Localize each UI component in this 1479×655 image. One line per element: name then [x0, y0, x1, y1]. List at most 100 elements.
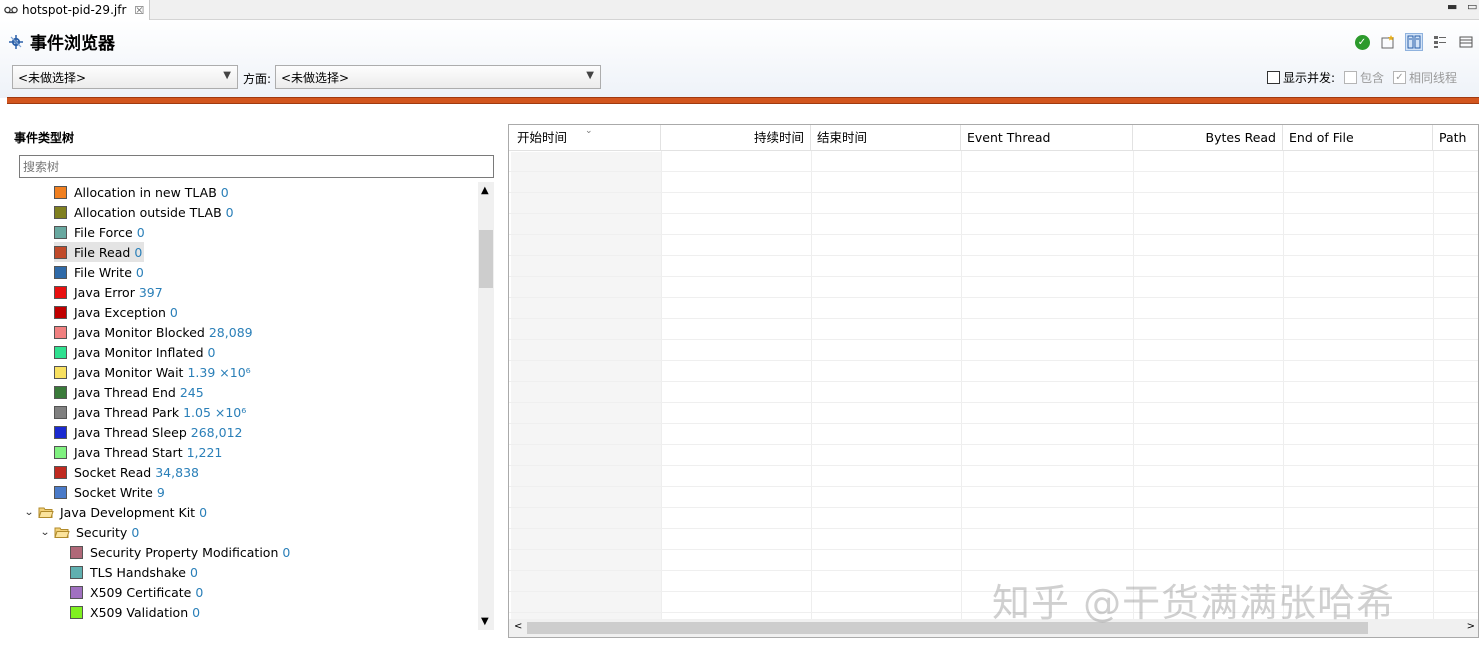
table-row[interactable]	[509, 340, 1479, 361]
scrollbar-thumb[interactable]	[479, 230, 493, 288]
tree-item-count: 0	[190, 565, 198, 580]
table-row[interactable]	[509, 235, 1479, 256]
show-concurrent-checkbox[interactable]: 显示并发:	[1267, 69, 1335, 86]
tree-item-count: 0	[221, 185, 229, 200]
table-row[interactable]	[509, 277, 1479, 298]
column-bytes-read[interactable]: Bytes Read	[1133, 125, 1283, 151]
scroll-up-icon[interactable]: ▲	[481, 185, 489, 196]
tree-item-count: 397	[139, 285, 163, 300]
table-row[interactable]	[509, 172, 1479, 193]
tree-item[interactable]: X509 Certificate0	[70, 582, 203, 602]
tree-item-label: Java Thread Start	[74, 445, 183, 460]
aspect-select-value: <未做选择>	[281, 69, 349, 86]
tree-item[interactable]: File Write0	[54, 262, 144, 282]
contain-checkbox[interactable]: 包含	[1344, 69, 1384, 86]
tree-item[interactable]: Java Thread Park1.05 ×10⁶	[54, 402, 246, 422]
tree-folder[interactable]: ⌄Java Development Kit0	[22, 502, 207, 522]
column-start-time[interactable]: 开始时间 ⌄	[511, 125, 661, 151]
table-row[interactable]	[509, 550, 1479, 571]
color-swatch-icon	[54, 426, 67, 439]
maximize-icon[interactable]: ▭	[1467, 0, 1477, 13]
tree-item-label: Java Error	[74, 285, 135, 300]
tree-scrollbar[interactable]: ▲ ▼	[478, 182, 494, 630]
tree-item[interactable]: File Force0	[54, 222, 145, 242]
same-thread-checkbox[interactable]: ✓ 相同线程	[1393, 69, 1457, 86]
table-row[interactable]	[509, 319, 1479, 340]
tree-item-label: File Force	[74, 225, 133, 240]
minimize-icon[interactable]: ▬	[1447, 0, 1457, 13]
tree-folder-label: Security	[76, 525, 127, 540]
table-row[interactable]	[509, 487, 1479, 508]
tree-item-label: Socket Write	[74, 485, 153, 500]
column-path[interactable]: Path	[1433, 125, 1479, 151]
checkbox-box	[1344, 71, 1357, 84]
tree-item[interactable]: Security Property Modification0	[70, 542, 290, 562]
column-end-time[interactable]: 结束时间	[811, 125, 961, 151]
tree-item[interactable]: TLS Handshake 0	[70, 562, 198, 582]
color-swatch-icon	[54, 466, 67, 479]
color-swatch-icon	[54, 366, 67, 379]
table-row[interactable]	[509, 403, 1479, 424]
tree-item-count: 0	[134, 245, 142, 260]
layout-list-icon[interactable]	[1431, 33, 1449, 51]
tree-item-label: Java Exception	[74, 305, 166, 320]
table-row[interactable]	[509, 424, 1479, 445]
tree-item[interactable]: Java Monitor Wait1.39 ×10⁶	[54, 362, 251, 382]
table-row[interactable]	[509, 508, 1479, 529]
chevron-down-icon[interactable]: ⌄	[37, 527, 54, 538]
aspect-select[interactable]: <未做选择> ▼	[275, 65, 601, 89]
tree-item[interactable]: Allocation outside TLAB0	[54, 202, 234, 222]
chevron-down-icon[interactable]: ⌄	[21, 507, 38, 518]
scroll-left-icon[interactable]: <	[514, 621, 522, 632]
tree-item-label: Java Thread End	[74, 385, 176, 400]
ok-check-icon[interactable]: ✓	[1353, 33, 1371, 51]
editor-tab-bar: hotspot-pid-29.jfr ☒ ▬ ▭	[0, 0, 1479, 20]
recording-icon	[4, 5, 18, 15]
table-row[interactable]	[509, 151, 1479, 172]
tree-item-label: TLS Handshake	[90, 565, 186, 580]
close-icon[interactable]: ☒	[134, 4, 144, 17]
scroll-right-icon[interactable]: >	[1467, 621, 1475, 632]
table-row[interactable]	[509, 466, 1479, 487]
column-event-thread[interactable]: Event Thread	[961, 125, 1133, 151]
tree-item[interactable]: Java Error 397	[54, 282, 163, 302]
layout-table-icon[interactable]	[1457, 33, 1475, 51]
checkbox-box	[1267, 71, 1280, 84]
tree-item[interactable]: Java Monitor Inflated0	[54, 342, 216, 362]
event-browser-icon	[8, 34, 24, 50]
add-filter-icon[interactable]	[1379, 33, 1397, 51]
table-row[interactable]	[509, 256, 1479, 277]
tree-item[interactable]: Java Exception0	[54, 302, 178, 322]
color-swatch-icon	[54, 226, 67, 239]
tree-item-count: 245	[180, 385, 204, 400]
tree-folder-count: 0	[131, 525, 139, 540]
tree-item[interactable]: Java Thread Sleep268,012	[54, 422, 242, 442]
scroll-down-icon[interactable]: ▼	[481, 616, 489, 627]
table-row[interactable]	[509, 298, 1479, 319]
table-row[interactable]	[509, 361, 1479, 382]
tree-item[interactable]: Socket Write9	[54, 482, 165, 502]
tree-item[interactable]: X509 Validation0	[70, 602, 200, 622]
tab-recording[interactable]: hotspot-pid-29.jfr ☒	[0, 0, 150, 20]
column-duration[interactable]: 持续时间	[661, 125, 811, 151]
table-row[interactable]	[509, 529, 1479, 550]
tree-item[interactable]: Allocation in new TLAB0	[54, 182, 229, 202]
tree-item[interactable]: File Read0	[54, 242, 144, 262]
event-type-select-value: <未做选择>	[18, 69, 86, 86]
tree-item-count: 0	[282, 545, 290, 560]
tree-folder[interactable]: ⌄ Security 0	[38, 522, 139, 542]
tree-search-input[interactable]: 搜索树	[19, 155, 494, 178]
event-type-select[interactable]: <未做选择> ▼	[12, 65, 238, 89]
table-row[interactable]	[509, 445, 1479, 466]
chevron-down-icon: ▼	[586, 70, 594, 81]
tree-item-label: X509 Validation	[90, 605, 188, 620]
tree-item[interactable]: Java Monitor Blocked28,089	[54, 322, 253, 342]
table-row[interactable]	[509, 214, 1479, 235]
tree-item[interactable]: Socket Read34,838	[54, 462, 199, 482]
tree-item[interactable]: Java Thread End 245	[54, 382, 204, 402]
tree-item[interactable]: Java Thread Start1,221	[54, 442, 222, 462]
table-row[interactable]	[509, 193, 1479, 214]
column-end-of-file[interactable]: End of File	[1283, 125, 1433, 151]
layout-tree-icon[interactable]	[1405, 33, 1423, 51]
table-row[interactable]	[509, 382, 1479, 403]
